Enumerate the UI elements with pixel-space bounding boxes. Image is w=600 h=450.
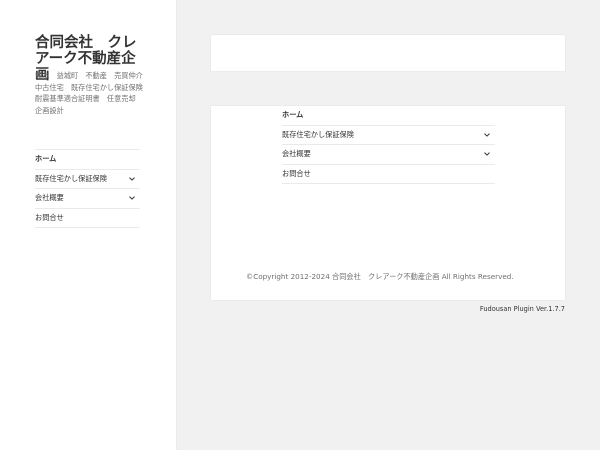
chevron-down-icon[interactable] <box>483 145 491 164</box>
content-nav-item-home[interactable]: ホーム <box>282 106 495 126</box>
sidebar-item-company[interactable]: 会社概要 <box>35 189 140 209</box>
sidebar-item-insurance[interactable]: 既存住宅かし保証保険 <box>35 170 140 189</box>
sidebar-item-label: 既存住宅かし保証保険 <box>35 173 107 183</box>
content-nav-item-label: お問合せ <box>282 168 311 178</box>
content-nav-item-contact[interactable]: お問合せ <box>282 165 495 184</box>
header-panel <box>211 35 565 71</box>
content-nav-item-label: ホーム <box>282 110 304 119</box>
chevron-down-icon[interactable] <box>128 170 136 189</box>
sidebar-item-home[interactable]: ホーム <box>35 150 140 170</box>
sidebar: 合同会社 クレアーク不動産企画 熊本 益城町 不動産 売買仲介 中古住宅 既存住… <box>0 0 176 450</box>
sidebar-item-contact[interactable]: お問合せ <box>35 209 140 228</box>
copyright-text: ©Copyright 2012-2024 合同会社 クレアーク不動産企画 All… <box>246 272 514 281</box>
plugin-version: Fudousan Plugin Ver.1.7.7 <box>479 305 565 313</box>
sidebar-item-label: お問合せ <box>35 212 64 222</box>
content-nav-item-label: 既存住宅かし保証保険 <box>282 129 354 139</box>
content-nav-item-label: 会社概要 <box>282 149 311 158</box>
content-nav: ホーム 既存住宅かし保証保険 会社概要 お問合せ <box>282 106 495 184</box>
content-nav-item-insurance[interactable]: 既存住宅かし保証保険 <box>282 126 495 145</box>
sidebar-item-label: 会社概要 <box>35 193 64 202</box>
sidebar-nav: ホーム 既存住宅かし保証保険 会社概要 お問合せ <box>35 149 140 228</box>
site-description: 熊本 益城町 不動産 売買仲介 中古住宅 既存住宅かし保証保険 耐震基準適合証明… <box>35 71 151 115</box>
chevron-down-icon[interactable] <box>483 126 491 145</box>
sidebar-item-label: ホーム <box>35 154 57 163</box>
content-nav-item-company[interactable]: 会社概要 <box>282 145 495 165</box>
chevron-down-icon[interactable] <box>128 189 136 208</box>
content-panel: ホーム 既存住宅かし保証保険 会社概要 お問合せ ©Copyright 2012… <box>211 106 565 300</box>
